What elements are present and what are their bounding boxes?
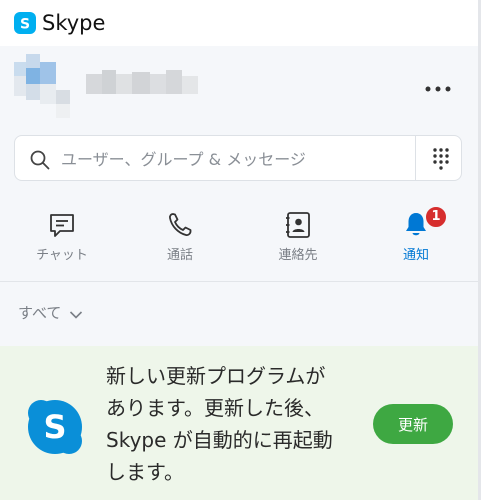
avatar[interactable] bbox=[14, 54, 74, 118]
phone-icon bbox=[169, 213, 192, 236]
skype-logo-icon: S bbox=[14, 12, 36, 34]
tab-contacts-label: 連絡先 bbox=[278, 248, 318, 263]
update-notification-card: S 新しい更新プログラムが あります。更新した後、 Skype が自動的に再起動… bbox=[0, 346, 478, 500]
tab-calls-label: 通話 bbox=[166, 248, 193, 263]
notification-badge: 1 bbox=[424, 205, 448, 229]
update-message: 新しい更新プログラムが あります。更新した後、 Skype が自動的に再起動 し… bbox=[106, 360, 364, 488]
update-message-line: Skype が自動的に再起動 bbox=[106, 428, 333, 452]
title-bar: S Skype bbox=[0, 0, 481, 46]
dialpad-icon[interactable] bbox=[427, 146, 455, 172]
filter-dropdown[interactable]: すべて bbox=[18, 302, 83, 323]
svg-text:S: S bbox=[20, 17, 30, 33]
update-message-line: 新しい更新プログラムが bbox=[106, 364, 326, 388]
tab-calls[interactable]: 通話 bbox=[135, 210, 225, 266]
contacts-icon bbox=[286, 212, 310, 238]
chevron-down-icon bbox=[70, 310, 83, 319]
tab-notifications-label: 通知 bbox=[402, 248, 429, 263]
search-divider bbox=[415, 136, 416, 180]
search-box bbox=[14, 135, 462, 181]
app-title: Skype bbox=[42, 11, 106, 35]
tab-contacts[interactable]: 連絡先 bbox=[253, 210, 343, 266]
search-icon bbox=[30, 150, 50, 170]
svg-text:S: S bbox=[43, 408, 66, 446]
more-options-icon[interactable] bbox=[420, 78, 456, 100]
update-message-line: します。 bbox=[106, 460, 184, 484]
tab-chat[interactable]: チャット bbox=[17, 210, 107, 266]
update-button[interactable]: 更新 bbox=[373, 404, 453, 444]
filter-label: すべて bbox=[18, 304, 62, 322]
chat-icon bbox=[50, 214, 74, 237]
update-message-line: あります。更新した後、 bbox=[106, 396, 324, 420]
search-input[interactable] bbox=[59, 142, 423, 176]
skype-logo-icon: S bbox=[28, 400, 82, 454]
tab-notifications[interactable]: 1 通知 bbox=[371, 205, 461, 266]
divider bbox=[0, 281, 478, 282]
tab-chat-label: チャット bbox=[36, 248, 88, 263]
profile-name-blurred bbox=[86, 70, 198, 94]
